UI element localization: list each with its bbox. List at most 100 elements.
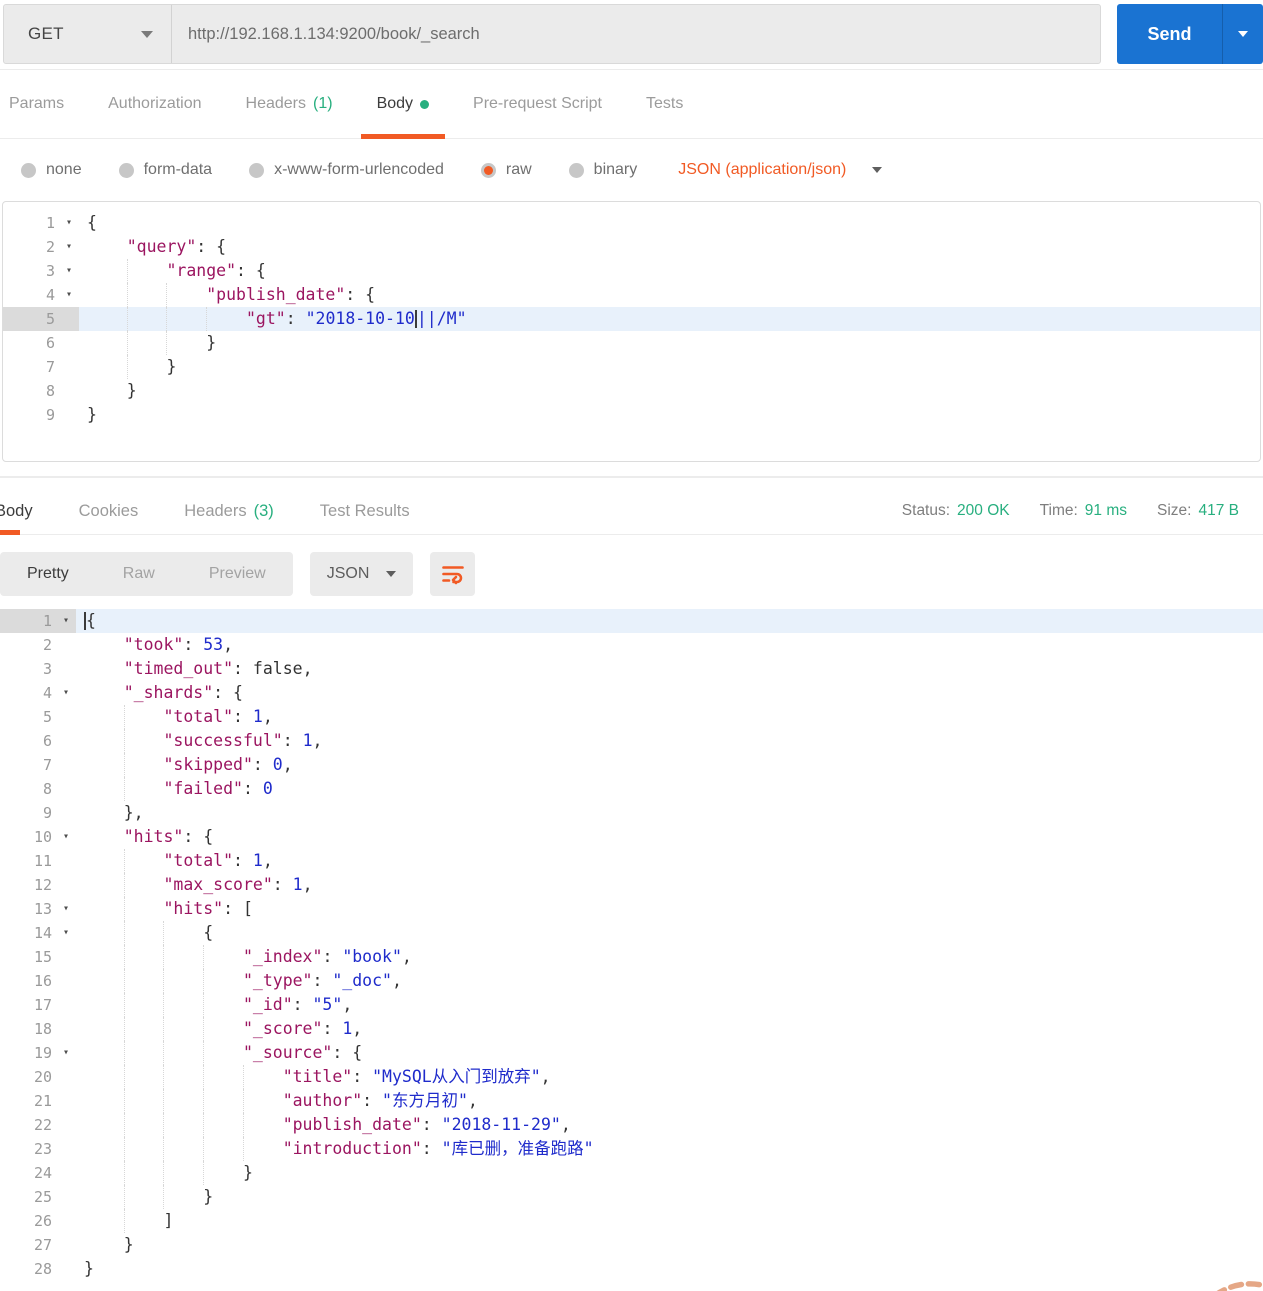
json-key: "_index" bbox=[242, 947, 323, 966]
response-tab-test-results[interactable]: Test Results bbox=[320, 488, 433, 534]
code-line: 13 ▾ "hits": [ bbox=[0, 897, 1263, 921]
code-text[interactable]: } bbox=[79, 403, 1260, 427]
code-line: 12 "max_score": 1, bbox=[0, 873, 1263, 897]
code-line: 8 } bbox=[3, 379, 1260, 403]
code-text[interactable]: "author": "东方月初", bbox=[76, 1089, 1263, 1113]
code-text[interactable]: "_index": "book", bbox=[76, 945, 1263, 969]
code-text[interactable]: }, bbox=[76, 801, 1263, 825]
view-tab-pretty[interactable]: Pretty bbox=[0, 565, 96, 583]
code-text[interactable]: "_score": 1, bbox=[76, 1017, 1263, 1041]
json-key: "query" bbox=[126, 237, 197, 256]
body-mode-raw[interactable]: raw bbox=[480, 161, 532, 179]
code-text[interactable]: "gt": "2018-10-10 ||/M" bbox=[79, 307, 1260, 331]
code-text[interactable]: "successful": 1, bbox=[76, 729, 1263, 753]
indent-guide bbox=[126, 331, 128, 355]
code-text[interactable]: "query": { bbox=[79, 235, 1260, 259]
response-body-editor[interactable]: 1 ▾{2 "took": 53, 3 "timed_out": false, 4 ▾ … bbox=[0, 609, 1263, 1281]
line-gutter: 10 ▾ bbox=[0, 825, 76, 849]
json-value: "库已删，准备跑路" bbox=[441, 1139, 594, 1158]
code-text[interactable]: "total": 1, bbox=[76, 849, 1263, 873]
indent-guide bbox=[203, 1161, 205, 1185]
code-line: 14 ▾ { bbox=[0, 921, 1263, 945]
code-text[interactable]: "publish_date": "2018-11-29", bbox=[76, 1113, 1263, 1137]
indent-guide bbox=[203, 945, 205, 969]
code-text[interactable]: "failed": 0 bbox=[76, 777, 1263, 801]
indent-guide bbox=[123, 1017, 125, 1041]
send-button[interactable]: Send bbox=[1117, 4, 1222, 64]
fold-caret-icon[interactable]: ▾ bbox=[63, 825, 69, 849]
request-tab-body[interactable]: Body bbox=[355, 70, 451, 139]
fold-caret-icon[interactable]: ▾ bbox=[66, 211, 72, 235]
code-text[interactable]: } bbox=[79, 331, 1260, 355]
fold-caret-icon[interactable]: ▾ bbox=[63, 1041, 69, 1065]
code-text[interactable]: "timed_out": false, bbox=[76, 657, 1263, 681]
code-text[interactable]: "skipped": 0, bbox=[76, 753, 1263, 777]
fold-caret-icon[interactable]: ▾ bbox=[63, 681, 69, 705]
code-text[interactable]: } bbox=[76, 1161, 1263, 1185]
response-tab-headers[interactable]: Headers (3) bbox=[184, 488, 297, 534]
method-select[interactable]: GET bbox=[4, 5, 172, 63]
fold-caret-icon[interactable]: ▾ bbox=[66, 259, 72, 283]
code-text[interactable]: "hits": [ bbox=[76, 897, 1263, 921]
json-punctuation: : bbox=[233, 707, 253, 726]
request-tab-headers[interactable]: Headers (1) bbox=[224, 70, 355, 138]
code-text[interactable]: "_id": "5", bbox=[76, 993, 1263, 1017]
indent-guide bbox=[166, 283, 168, 307]
code-text[interactable]: ] bbox=[76, 1209, 1263, 1233]
code-text[interactable]: "took": 53, bbox=[76, 633, 1263, 657]
json-punctuation bbox=[84, 683, 124, 702]
time-value: 91 ms bbox=[1084, 502, 1128, 519]
indent-guide bbox=[163, 1185, 165, 1209]
send-options-button[interactable] bbox=[1222, 4, 1263, 64]
code-text[interactable]: "_type": "_doc", bbox=[76, 969, 1263, 993]
body-mode-none[interactable]: none bbox=[21, 161, 82, 179]
body-mode-form-data[interactable]: form-data bbox=[118, 161, 212, 179]
view-tab-preview[interactable]: Preview bbox=[182, 565, 293, 583]
request-tab-tests[interactable]: Tests bbox=[624, 70, 705, 138]
fold-caret-icon[interactable]: ▾ bbox=[66, 235, 72, 259]
code-text[interactable]: "max_score": 1, bbox=[76, 873, 1263, 897]
json-punctuation: , bbox=[352, 1019, 363, 1038]
code-text[interactable]: "_source": { bbox=[76, 1041, 1263, 1065]
code-text[interactable]: { bbox=[76, 921, 1263, 945]
code-text[interactable]: "range": { bbox=[79, 259, 1260, 283]
code-text[interactable]: "hits": { bbox=[76, 825, 1263, 849]
radio-icon bbox=[21, 162, 36, 178]
fold-caret-icon[interactable]: ▾ bbox=[66, 283, 72, 307]
response-tab-body[interactable]: Body bbox=[0, 488, 56, 535]
line-number: 25 bbox=[33, 1188, 52, 1206]
json-value: ||/M" bbox=[416, 309, 467, 328]
code-text[interactable]: } bbox=[76, 1257, 1263, 1281]
response-language-select[interactable]: JSON bbox=[309, 552, 414, 596]
line-number: 5 bbox=[45, 310, 55, 328]
request-tab-pre-request-script[interactable]: Pre-request Script bbox=[451, 70, 624, 138]
json-punctuation: : { bbox=[332, 1043, 363, 1062]
fold-caret-icon[interactable]: ▾ bbox=[63, 897, 69, 921]
body-mode-binary[interactable]: binary bbox=[568, 161, 637, 179]
view-tab-raw[interactable]: Raw bbox=[96, 565, 182, 583]
code-text[interactable]: } bbox=[76, 1233, 1263, 1257]
line-gutter: 2 ▾ bbox=[3, 235, 79, 259]
code-text[interactable]: "total": 1, bbox=[76, 705, 1263, 729]
code-text[interactable]: { bbox=[79, 211, 1260, 235]
code-text[interactable]: "introduction": "库已删，准备跑路" bbox=[76, 1137, 1263, 1161]
request-tab-authorization[interactable]: Authorization bbox=[86, 70, 223, 138]
response-tab-cookies[interactable]: Cookies bbox=[79, 488, 162, 534]
content-type-select[interactable]: JSON (application/json) bbox=[678, 161, 883, 179]
request-body-editor[interactable]: 1 ▾{2 ▾ "query": {3 ▾ "range": {4 ▾ "publish… bbox=[2, 201, 1261, 462]
code-text[interactable]: } bbox=[79, 379, 1260, 403]
code-text[interactable]: "_shards": { bbox=[76, 681, 1263, 705]
url-input[interactable] bbox=[172, 5, 1100, 63]
code-line: 16 "_type": "_doc", bbox=[0, 969, 1263, 993]
code-text[interactable]: } bbox=[76, 1185, 1263, 1209]
request-tab-params[interactable]: Params bbox=[0, 70, 86, 138]
code-text[interactable]: } bbox=[79, 355, 1260, 379]
code-text[interactable]: "title": "MySQL从入门到放弃", bbox=[76, 1065, 1263, 1089]
body-mode-x-www-form-urlencoded[interactable]: x-www-form-urlencoded bbox=[249, 161, 444, 179]
fold-caret-icon[interactable]: ▾ bbox=[63, 609, 69, 633]
json-punctuation: : { bbox=[236, 261, 266, 280]
wrap-text-button[interactable] bbox=[430, 552, 476, 596]
code-text[interactable]: "publish_date": { bbox=[79, 283, 1260, 307]
fold-caret-icon[interactable]: ▾ bbox=[63, 921, 69, 945]
code-text[interactable]: { bbox=[76, 609, 1263, 633]
